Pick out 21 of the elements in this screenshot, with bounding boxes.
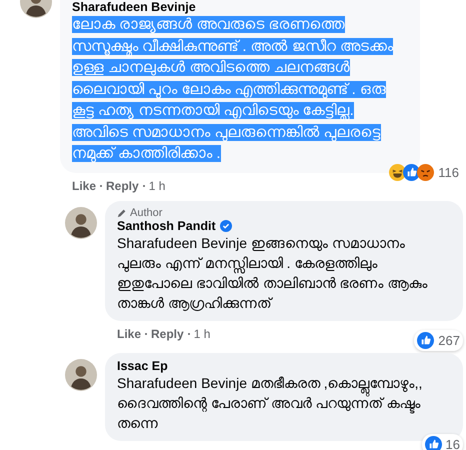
avatar-icon[interactable] [65, 206, 97, 238]
reactions-summary[interactable]: 16 [422, 434, 463, 450]
like-reaction-icon [417, 332, 434, 348]
comment-action-link[interactable]: Like [72, 178, 96, 192]
comment-time[interactable]: 1 h [194, 326, 210, 340]
author-label: Author [130, 206, 162, 218]
comment-action-link[interactable]: Like [117, 326, 142, 340]
commenter-name[interactable]: Santhosh Pandit [117, 218, 216, 232]
comment-text: Sharafudeen Bevinje മതഭീകരത ,കൊല്ലുമ്പോഴും,, ദൈവത്തിന്റെ പേരാണ് അവർ പറയുന്നത് കഷ്ടം തന്നെ [117, 374, 424, 432]
comment-action-link[interactable]: Reply [106, 178, 139, 192]
comment-action-link[interactable]: Reply [151, 326, 184, 340]
like-reaction-icon [424, 436, 442, 450]
comment-time[interactable]: 1 h [148, 178, 166, 192]
comment-text: Sharafudeen Bevinje ഇങ്ങനെയും സമാധാനം പുലരും എന്ന് മനസ്സിലായി . കേരളത്തിലും ഇതുപോലെ ഭാവിയിൽ താലിബാൻ ഭരണം ആകും താങ്കൾ ആഗ്രഹിക്കുന്നത് [117, 234, 429, 312]
reactions-summary[interactable]: 267 [414, 330, 463, 350]
pen-icon [117, 208, 127, 218]
commenter-name[interactable]: Issac Ep [117, 358, 168, 372]
avatar-icon[interactable] [65, 358, 97, 390]
commenter-name[interactable]: Sharafudeen Bevinje [72, 0, 196, 14]
reactions-summary[interactable]: 116 [386, 162, 462, 182]
angry-face-icon [417, 164, 434, 180]
